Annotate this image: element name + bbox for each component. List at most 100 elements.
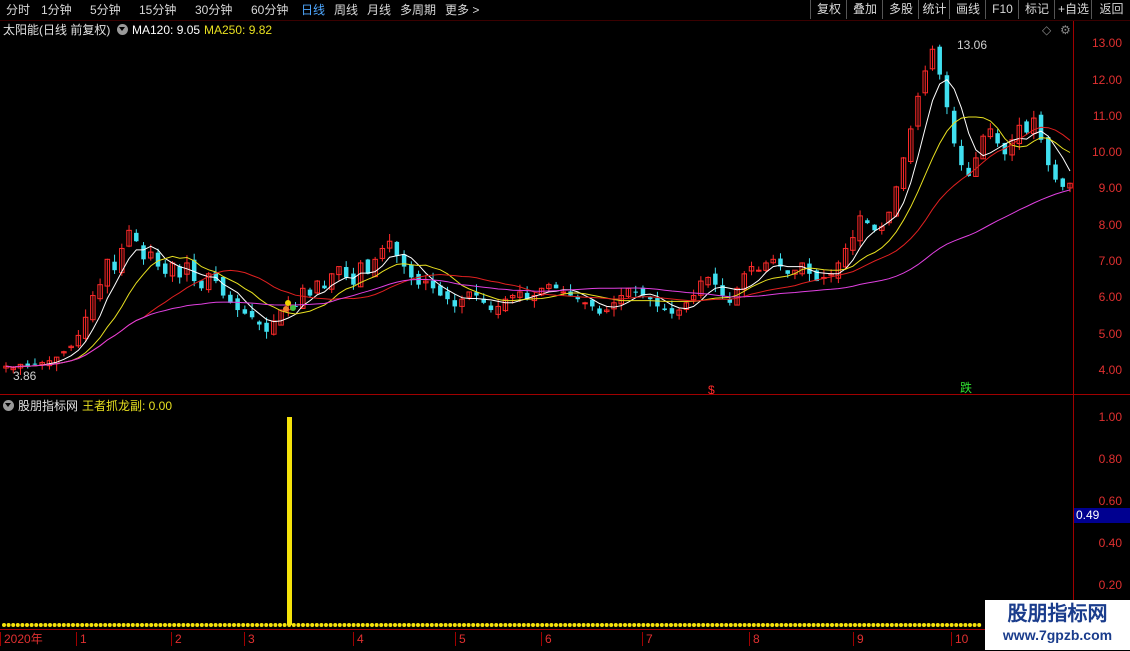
- mark-die: 跌: [960, 380, 972, 395]
- candle-body: [257, 321, 262, 325]
- candle-body: [141, 245, 146, 260]
- indicator-point: [282, 623, 287, 627]
- candle-body: [112, 261, 117, 271]
- indicator-point: [521, 623, 526, 627]
- indicator-point: [227, 623, 232, 627]
- indicator-point: [209, 623, 213, 627]
- indicator-point: [659, 623, 664, 627]
- indicator-point: [590, 623, 595, 627]
- cursor-value-box: 0.49: [1074, 508, 1130, 523]
- indicator-point: [503, 623, 508, 627]
- candle-body: [401, 254, 407, 267]
- indicator-point: [232, 623, 236, 627]
- indicator-point: [255, 623, 259, 627]
- indicator-point: [259, 623, 264, 627]
- indicator-point: [531, 623, 535, 627]
- indicator-point: [204, 623, 209, 627]
- indicator-point: [314, 623, 319, 627]
- indicator-point: [650, 623, 655, 627]
- indicator-point: [107, 623, 112, 627]
- candle-body: [872, 224, 877, 231]
- back-button[interactable]: 返回: [1091, 0, 1130, 19]
- date-axis: 2020年 1 2 3 4 5 6 7 8 9 10: [0, 629, 1073, 651]
- indicator-point: [604, 623, 609, 627]
- indicator-point: [439, 623, 443, 627]
- indicator-point: [149, 623, 154, 627]
- date-label-oct: 10: [951, 632, 968, 646]
- indicator-point: [38, 623, 43, 627]
- indicator-point: [84, 623, 89, 627]
- indicator-point: [15, 623, 20, 627]
- candle-body: [155, 252, 161, 267]
- indicator-point: [779, 623, 784, 627]
- indicator-point: [250, 623, 255, 627]
- indicator-point: [954, 623, 959, 627]
- indicator-point: [199, 623, 204, 627]
- date-label-feb: 2: [171, 632, 182, 646]
- candle-body: [162, 263, 168, 274]
- indicator-point: [365, 623, 370, 627]
- indicator-point: [770, 623, 775, 627]
- candle-body: [228, 294, 233, 303]
- candle-body: [633, 291, 638, 293]
- indicator-point: [544, 623, 549, 627]
- indicator-point: [71, 623, 75, 627]
- indicator-point: [871, 623, 876, 627]
- indicator-point: [135, 623, 140, 627]
- indicator-point: [112, 623, 117, 627]
- indicator-point: [117, 623, 121, 627]
- candle-body: [430, 280, 436, 289]
- indicator-point: [926, 623, 931, 627]
- candle-body: [235, 298, 240, 311]
- signal-dot: [290, 305, 296, 311]
- indicator-point: [379, 623, 384, 627]
- indicator-point: [862, 623, 867, 627]
- indicator-point: [52, 623, 57, 627]
- indicator-point: [402, 623, 407, 627]
- indicator-point: [172, 623, 177, 627]
- price-tick: 7.00: [1098, 254, 1122, 268]
- indicator-point: [807, 623, 811, 627]
- indicator-point: [305, 623, 310, 627]
- indicator-point: [830, 623, 834, 627]
- indicator-point: [641, 623, 646, 627]
- candle-body: [343, 267, 349, 278]
- indicator-point: [393, 623, 397, 627]
- indicator-point: [360, 623, 365, 627]
- indicator-point: [278, 623, 282, 627]
- candle-body: [553, 284, 559, 289]
- indicator-point: [222, 623, 227, 627]
- indicator-point: [756, 623, 761, 627]
- price-tick: 13.00: [1091, 36, 1122, 50]
- indicator-point: [880, 623, 885, 627]
- candle-body: [727, 299, 733, 303]
- indicator-point: [908, 623, 913, 627]
- price-tick: 8.00: [1098, 218, 1122, 232]
- candle-body: [1046, 137, 1051, 166]
- indicator-point: [163, 623, 167, 627]
- indicator-point: [213, 623, 218, 627]
- candle-body: [865, 220, 870, 224]
- indicator-point: [669, 623, 673, 627]
- indicator-point: [158, 623, 163, 627]
- indicator-point: [535, 623, 540, 627]
- indicator-point: [94, 623, 98, 627]
- indicator-point: [825, 623, 830, 627]
- indicator-point: [912, 623, 917, 627]
- indicator-point: [489, 623, 494, 627]
- indicator-point: [333, 623, 338, 627]
- price-tick: 4.00: [1098, 363, 1122, 377]
- candlestick-chart[interactable]: 13.063.86$ 跌: [0, 0, 1073, 629]
- indicator-point: [11, 623, 16, 627]
- candle-body: [307, 289, 313, 296]
- indicator-point: [517, 623, 522, 627]
- date-label-year: 2020年: [0, 632, 43, 646]
- indicator-point: [627, 623, 632, 627]
- indicator-point: [788, 623, 793, 627]
- indicator-point: [2, 623, 6, 627]
- indicator-point: [917, 623, 922, 627]
- indicator-point: [797, 623, 802, 627]
- indicator-point: [75, 623, 80, 627]
- price-tick: 12.00: [1091, 73, 1122, 87]
- indicator-point: [144, 623, 149, 627]
